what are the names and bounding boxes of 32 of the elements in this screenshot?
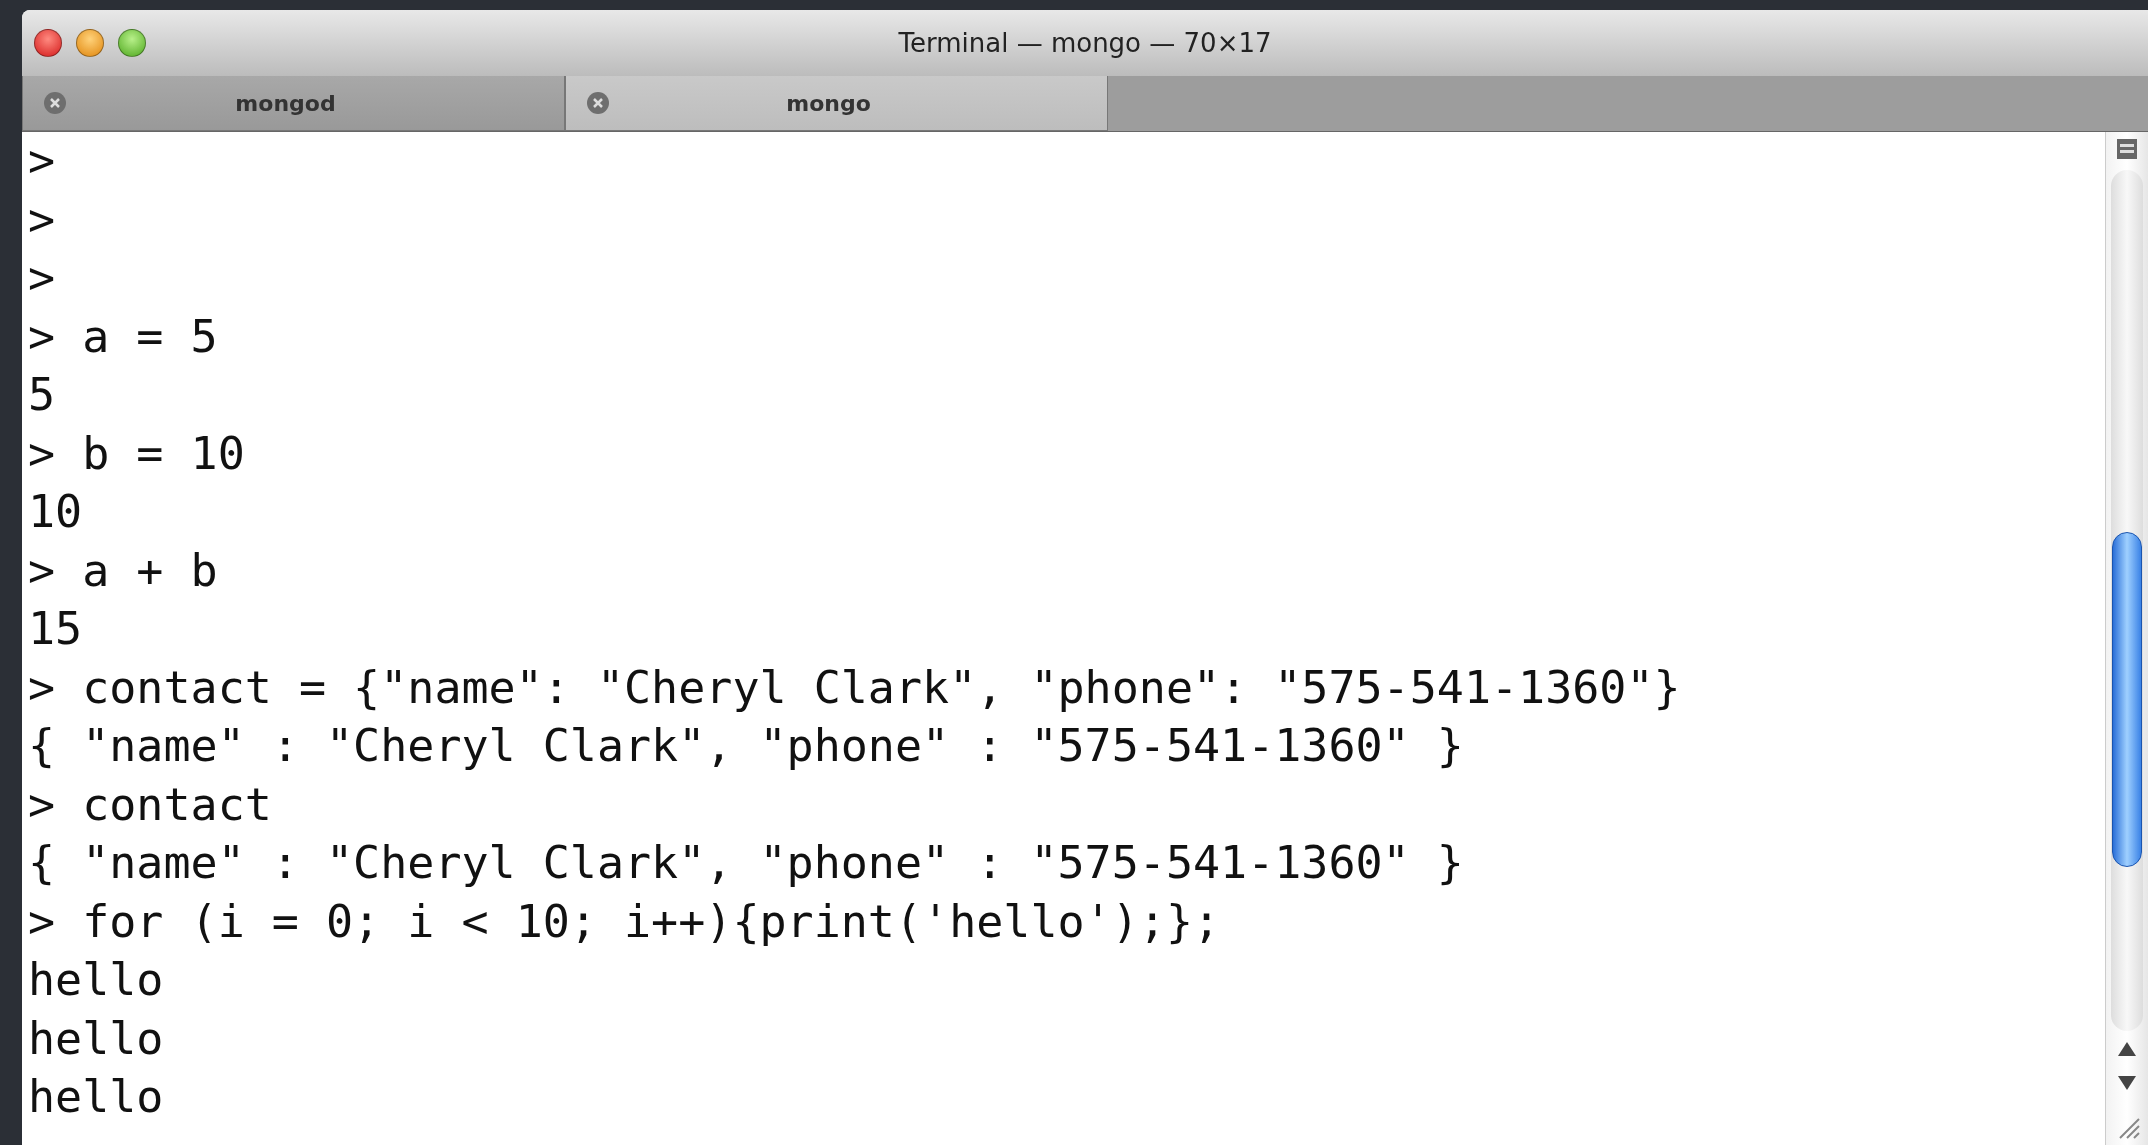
terminal-line: > a = 5 bbox=[28, 308, 218, 365]
terminal-line: > bbox=[28, 191, 56, 248]
terminal-line: > bbox=[28, 250, 56, 306]
window-title: Terminal — mongo — 70×17 bbox=[898, 27, 1272, 58]
terminal-line: 10 bbox=[28, 484, 83, 540]
tab-label: mongod bbox=[234, 89, 337, 118]
terminal-line: hello bbox=[28, 952, 164, 1008]
tab-label: mongo bbox=[785, 89, 872, 118]
scrollbar-track[interactable] bbox=[2111, 170, 2143, 1031]
zoom-button[interactable] bbox=[118, 29, 146, 57]
minimize-button[interactable] bbox=[76, 29, 104, 57]
terminal-line: > a + b bbox=[28, 542, 218, 599]
tab[interactable]: mongo bbox=[565, 76, 1108, 131]
terminal-line: hello bbox=[28, 1069, 164, 1125]
tab[interactable]: mongod bbox=[22, 76, 565, 131]
split-pane-icon[interactable] bbox=[2116, 138, 2138, 160]
terminal-line: hello bbox=[28, 1010, 164, 1067]
terminal-line: > contact bbox=[28, 776, 272, 833]
terminal-line: > b = 10 bbox=[28, 425, 245, 482]
scroll-down-icon[interactable] bbox=[2117, 1075, 2137, 1091]
terminal-line: { "name" : "Cheryl Clark", "phone" : "575-541-1360" } bbox=[28, 718, 1464, 774]
scrollbar-thumb[interactable] bbox=[2112, 531, 2142, 868]
close-button[interactable] bbox=[34, 29, 62, 57]
terminal-line: 5 bbox=[28, 367, 56, 423]
close-tab-icon[interactable] bbox=[586, 91, 610, 115]
terminal-line: { "name" : "Cheryl Clark", "phone" : "575-541-1360" } bbox=[28, 835, 1464, 891]
terminal-line: > bbox=[28, 133, 56, 189]
scroll-up-icon[interactable] bbox=[2117, 1041, 2137, 1057]
terminal-line: > for (i = 0; i < 10; i++){print('hello');}; bbox=[28, 893, 1221, 950]
terminal-line: > contact = {"name": "Cheryl Clark", "phone": "575-541-1360"} bbox=[28, 659, 1681, 716]
terminal-line: 15 bbox=[28, 601, 83, 657]
close-tab-icon[interactable] bbox=[43, 91, 67, 115]
